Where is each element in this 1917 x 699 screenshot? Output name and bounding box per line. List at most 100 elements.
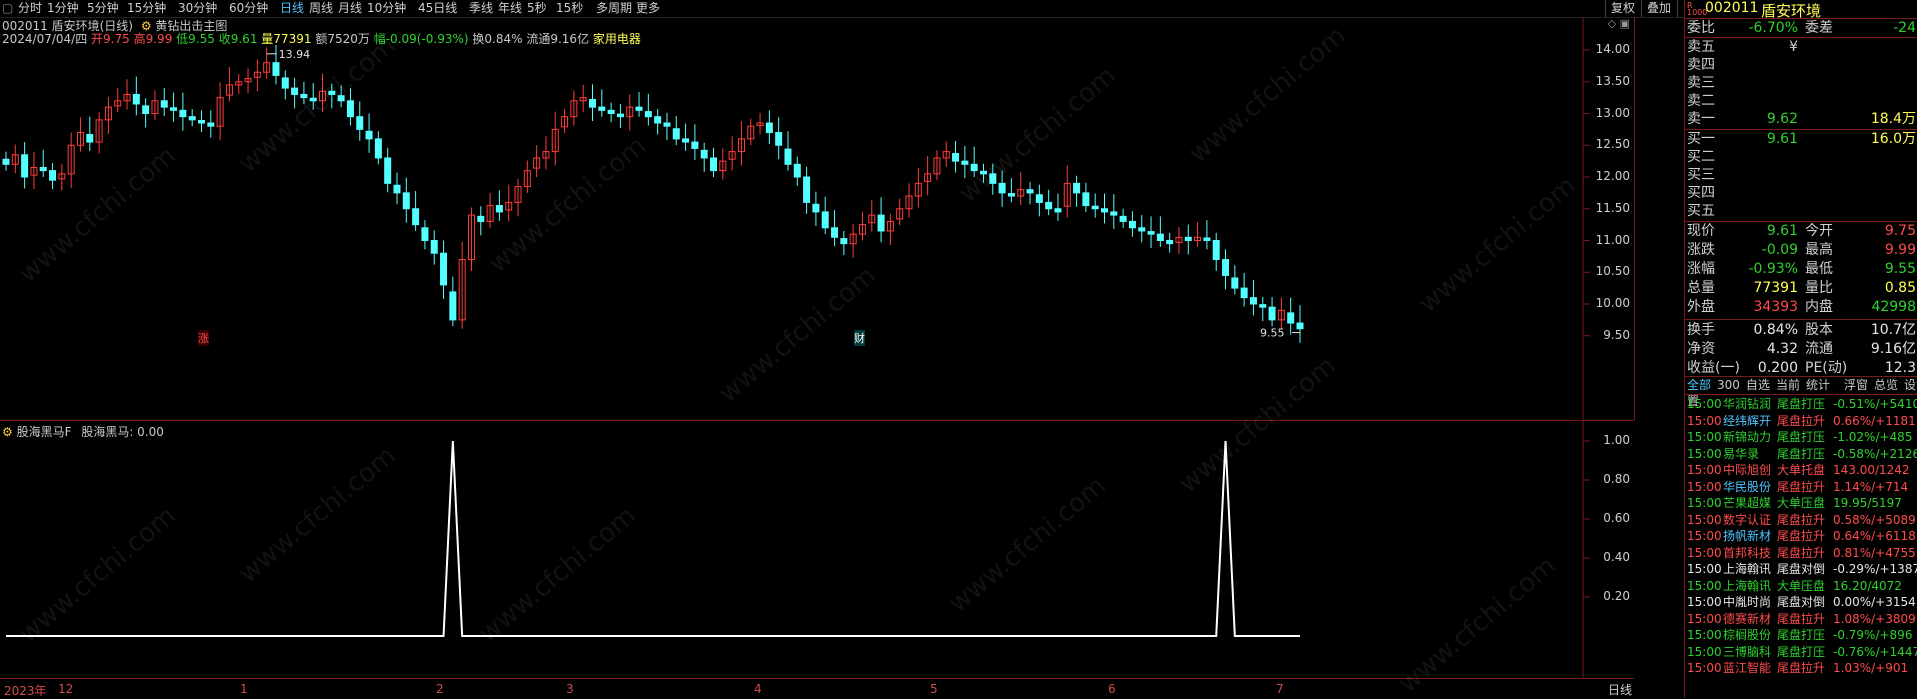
ask-price: ¥ xyxy=(1789,39,1798,55)
period-tab-6[interactable]: 日线 xyxy=(280,1,304,16)
period-tab-8[interactable]: 月线 xyxy=(338,1,362,16)
period-tab-5[interactable]: 60分钟 xyxy=(229,1,268,16)
tick-tab-5[interactable]: 浮窗 xyxy=(1844,378,1868,392)
weibi-label: 委比 xyxy=(1687,20,1715,36)
stat-row: 收益(一) 0.200 PE(动) 12.3 xyxy=(1685,359,1917,377)
period-tab-14[interactable]: 15秒 xyxy=(556,1,583,16)
period-tab-11[interactable]: 季线 xyxy=(469,1,493,16)
indicator-tick: 0.80 xyxy=(1603,472,1630,486)
indicator-panel[interactable]: ⚙ 股海黑马F 股海黑马: 0.00 1.00 0.80 0.60 0.40 0.20 xyxy=(0,420,1634,679)
tick-row[interactable]: 15:00 中际旭创 大单托盘 143.00/1242 xyxy=(1685,462,1917,478)
period-tab-1[interactable]: 1分钟 xyxy=(47,1,79,16)
tick-row[interactable]: 15:00 新锦动力 尾盘打压 -1.02%/+485 xyxy=(1685,429,1917,445)
period-tab-12[interactable]: 年线 xyxy=(498,1,522,16)
tick-tab-0[interactable]: 全部 xyxy=(1687,378,1711,392)
period-tab-16[interactable]: 更多 xyxy=(636,1,660,16)
tick-value: -0.58%/+2126 xyxy=(1833,446,1917,461)
period-tab-2[interactable]: 5分钟 xyxy=(87,1,119,16)
ask-row: 卖五 ¥ xyxy=(1685,38,1917,56)
ask-row: 卖二 xyxy=(1685,92,1917,110)
tick-row[interactable]: 15:00 棕榈股份 尾盘打压 -0.79%/+896 xyxy=(1685,627,1917,643)
candle-body xyxy=(309,97,317,102)
tick-type: 大单托盘 xyxy=(1777,463,1826,477)
stat-label: 量比 xyxy=(1805,280,1833,296)
stat-value: 9.99 xyxy=(1884,242,1916,258)
tick-tab-1[interactable]: 300 xyxy=(1717,378,1740,392)
toolbar-btn-1[interactable]: 叠加 xyxy=(1641,0,1677,17)
tick-time: 15:00 xyxy=(1687,430,1722,444)
tick-type: 尾盘打压 xyxy=(1777,446,1826,461)
candle-body xyxy=(1287,312,1295,324)
tick-row[interactable]: 15:00 芒果超媒 大单压盘 19.95/5197 xyxy=(1685,495,1917,511)
stat-row: 涨幅 -0.93% 最低 9.55 xyxy=(1685,260,1917,278)
tick-type: 尾盘打压 xyxy=(1777,397,1826,411)
tick-value: 1.08%/+3809 xyxy=(1833,611,1916,626)
period-tab-4[interactable]: 30分钟 xyxy=(178,1,217,16)
event-tag-mid[interactable]: 财 xyxy=(854,330,865,346)
tick-type: 大单压盘 xyxy=(1777,578,1826,593)
candle-body xyxy=(998,182,1006,194)
tick-row[interactable]: 15:00 数字认证 尾盘拉升 0.58%/+5089 xyxy=(1685,512,1917,528)
period-tab-7[interactable]: 周线 xyxy=(309,1,333,16)
candle-body xyxy=(430,240,438,254)
candle-body xyxy=(682,138,690,143)
period-tab-10[interactable]: 45日线 xyxy=(418,1,457,16)
time-label: 1 xyxy=(240,682,248,696)
tick-time: 15:00 xyxy=(1687,413,1722,428)
tick-tab-4[interactable]: 统计 xyxy=(1806,378,1830,392)
toolbar-btn-0[interactable]: 复权 xyxy=(1605,0,1641,17)
period-tab-0[interactable]: 分时 xyxy=(18,1,42,16)
tick-row[interactable]: 15:00 上海翰讯 尾盘对倒 -0.29%/+1387 xyxy=(1685,561,1917,577)
axis-period[interactable]: 日线 xyxy=(1608,681,1632,698)
candle-body xyxy=(616,113,624,118)
tick-row[interactable]: 15:00 扬帆新材 尾盘拉升 0.64%/+6118 xyxy=(1685,528,1917,544)
stat-label: 今开 xyxy=(1805,223,1833,239)
tick-row[interactable]: 15:00 三博脑科 尾盘打压 -0.76%/+1447 xyxy=(1685,644,1917,660)
tick-row[interactable]: 15:00 易华录 尾盘打压 -0.58%/+2126 xyxy=(1685,446,1917,462)
tick-type: 尾盘拉升 xyxy=(1777,413,1826,428)
stat-row: 外盘 34393 内盘 42998 xyxy=(1685,298,1917,316)
candle-body xyxy=(1147,231,1155,235)
menu-icon[interactable]: ▢ xyxy=(2,1,13,16)
period-tab-9[interactable]: 10分钟 xyxy=(367,1,406,16)
period-tab-15[interactable]: 多周期 xyxy=(596,1,632,16)
tick-time: 15:00 xyxy=(1687,595,1722,609)
tick-row[interactable]: 15:00 上海翰讯 大单压盘 16.20/4072 xyxy=(1685,578,1917,594)
candle-body xyxy=(765,122,773,134)
candle-body xyxy=(384,157,392,184)
candle-body xyxy=(495,205,503,213)
tick-time: 15:00 xyxy=(1687,463,1722,477)
tick-tab-2[interactable]: 自选 xyxy=(1746,378,1770,392)
tick-row[interactable]: 15:00 华润钻润 尾盘打压 -0.51%/+5410 xyxy=(1685,396,1917,412)
tick-row[interactable]: 15:00 首邦科技 尾盘拉升 0.81%/+4755 xyxy=(1685,545,1917,561)
tick-row[interactable]: 15:00 德赛新材 尾盘拉升 1.08%/+3809 xyxy=(1685,611,1917,627)
price-tick: 14.00 xyxy=(1595,42,1630,56)
candle-body xyxy=(793,163,801,178)
event-tag-left[interactable]: 涨 xyxy=(198,330,209,346)
quote-panel: R 1000 002011 盾安环境 委比 -6.70% 委差 -24 卖五 ¥ 卖四… xyxy=(1684,0,1917,698)
period-tab-3[interactable]: 15分钟 xyxy=(127,1,166,16)
tick-tab-6[interactable]: 总览 xyxy=(1874,378,1898,392)
tick-stock: 扬帆新材 xyxy=(1723,529,1772,543)
tick-row[interactable]: 15:00 华民股份 尾盘拉升 1.14%/+714 xyxy=(1685,479,1917,495)
candle-body xyxy=(654,116,662,124)
tick-row[interactable]: 15:00 中胤时尚 尾盘对倒 0.00%/+3154 xyxy=(1685,594,1917,610)
candle-body xyxy=(1138,227,1146,232)
candlestick-chart[interactable]: 002011 盾安环境(日线) ⚙ 黄钻出击主图 2024/07/04/四 开9… xyxy=(0,17,1635,420)
ask-row: 卖四 xyxy=(1685,56,1917,74)
stat-value: -0.93% xyxy=(1748,261,1798,277)
bid-label: 买五 xyxy=(1687,203,1715,219)
max-price-label: 13.94 xyxy=(279,48,311,61)
tick-tab-3[interactable]: 当前 xyxy=(1776,378,1800,392)
candle-body xyxy=(291,87,299,95)
candle-body xyxy=(440,252,448,286)
tick-time: 15:00 xyxy=(1687,496,1722,510)
candle-body xyxy=(374,138,382,159)
period-tab-13[interactable]: 5秒 xyxy=(527,1,547,16)
tick-row[interactable]: 15:00 经纬辉开 尾盘拉升 0.66%/+1181 xyxy=(1685,413,1917,429)
stat-value: 9.55 xyxy=(1884,261,1916,277)
bid-price: 9.61 xyxy=(1766,131,1798,147)
bid-row: 买二 xyxy=(1685,148,1917,166)
candle-body xyxy=(188,116,196,121)
tick-row[interactable]: 15:00 蓝江智能 尾盘拉升 1.03%/+901 xyxy=(1685,660,1917,676)
